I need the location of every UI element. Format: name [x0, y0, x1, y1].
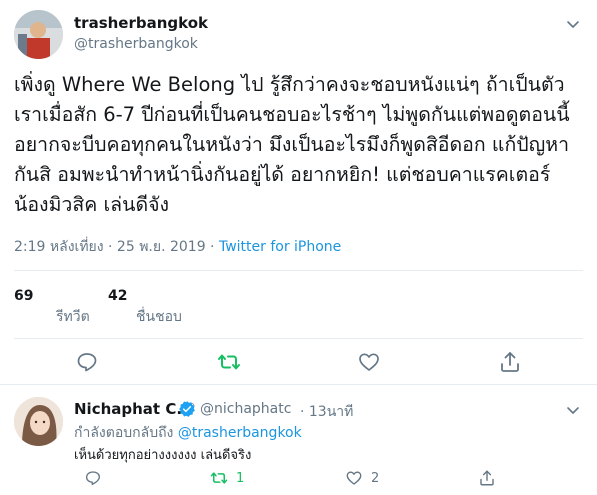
heart-icon[interactable] [357, 350, 381, 374]
retweet-icon[interactable] [217, 350, 241, 374]
chevron-down-icon[interactable] [565, 16, 581, 32]
replying-to-mention[interactable]: @trasherbangkok [178, 425, 302, 441]
tweet-source[interactable]: Twitter for iPhone [219, 239, 341, 255]
reply-reply-button[interactable] [84, 468, 102, 488]
likes-count: 42 [108, 288, 128, 304]
divider [0, 384, 597, 385]
reply-author-avatar[interactable] [14, 397, 63, 446]
tweet-text: เพิ่งดู Where We Belong ไป รู้สึกว่าคงจะ… [14, 73, 570, 216]
reply-text: เห็นด้วยทุกอย่างงงงงง เล่นดีจริง [74, 448, 252, 463]
author-handle[interactable]: @trasherbangkok [74, 36, 198, 52]
reply-icon [85, 471, 101, 486]
retweets-count: 69 [14, 288, 34, 304]
chevron-down-icon[interactable] [565, 402, 581, 418]
reply-like-button[interactable]: 2 [345, 468, 379, 488]
replying-to-label: กำลังตอบกลับถึง [74, 425, 178, 441]
author-name[interactable]: trasherbangkok [74, 14, 208, 32]
heart-icon [346, 471, 362, 485]
tweet-meta: 2:19 หลังเที่ยง · 25 พ.ย. 2019 · Twitter… [14, 236, 341, 258]
reply-share-button[interactable] [478, 468, 496, 488]
likes-label: ชื่นชอบ [136, 309, 182, 325]
reply-timestamp[interactable]: · 13นาที [300, 401, 353, 423]
divider [14, 338, 583, 339]
verified-badge-icon [178, 400, 196, 418]
retweets-label: รีทวีต [56, 309, 90, 325]
reply-icon[interactable] [75, 350, 99, 374]
author-avatar[interactable] [14, 10, 63, 59]
reply-like-count: 2 [371, 470, 380, 486]
tweet-timestamp[interactable]: 2:19 หลังเที่ยง · 25 พ.ย. 2019 · [14, 239, 219, 255]
share-icon[interactable] [498, 350, 522, 374]
reply-retweet-count: 1 [236, 470, 245, 486]
retweet-icon [210, 472, 228, 484]
reply-author-handle[interactable]: @nichaphatc [200, 401, 291, 417]
share-icon [480, 470, 494, 486]
replying-to: กำลังตอบกลับถึง @trasherbangkok [74, 422, 302, 444]
divider [14, 270, 583, 271]
reply-retweet-button[interactable]: 1 [210, 468, 244, 488]
